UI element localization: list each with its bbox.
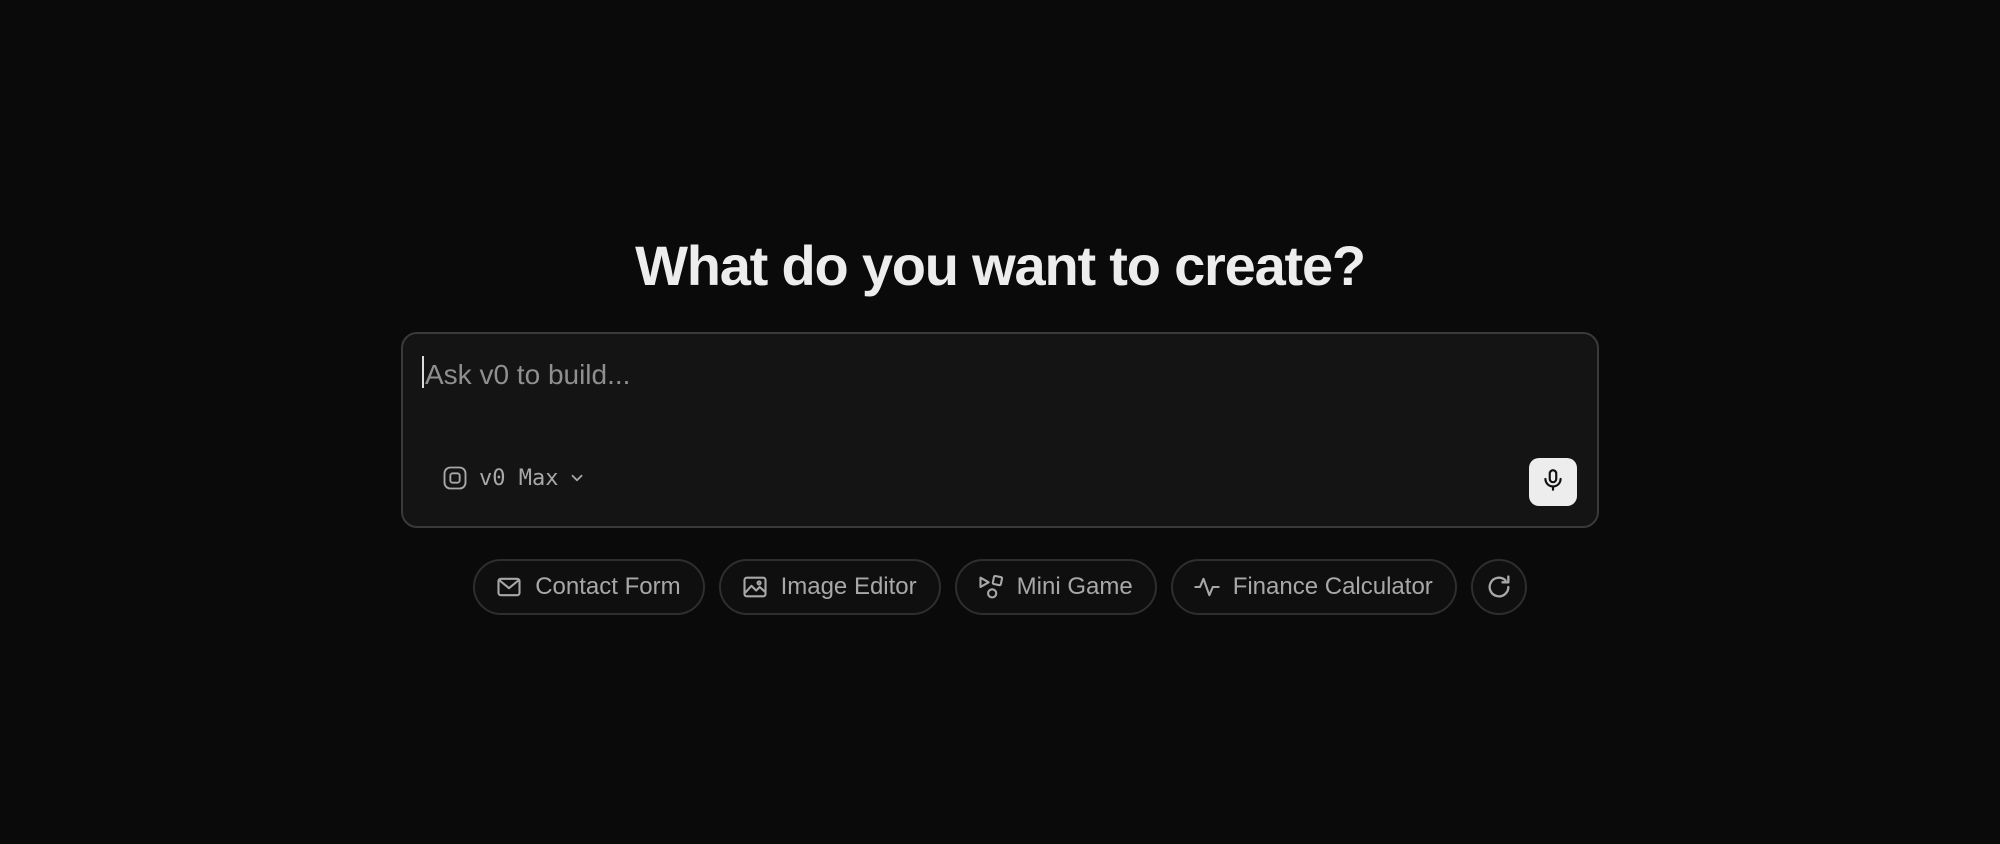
chevron-down-icon	[568, 469, 586, 487]
activity-icon	[1193, 573, 1221, 601]
suggestion-list: Contact Form Image Editor Mini Game Fina…	[0, 559, 2000, 615]
model-label: v0 Max	[479, 465, 559, 491]
prompt-input[interactable]	[421, 350, 1521, 400]
page: What do you want to create? v0 Max	[0, 0, 2000, 844]
page-title: What do you want to create?	[635, 234, 1366, 297]
mail-icon	[495, 573, 523, 601]
model-chip-icon	[441, 464, 469, 492]
model-selector[interactable]: v0 Max	[435, 456, 592, 500]
image-icon	[741, 573, 769, 601]
shapes-icon	[977, 573, 1005, 601]
microphone-button[interactable]	[1529, 458, 1577, 506]
refresh-suggestions-button[interactable]	[1470, 559, 1527, 615]
suggestion-mini-game[interactable]: Mini Game	[954, 559, 1157, 615]
suggestion-label: Image Editor	[780, 573, 917, 600]
refresh-icon	[1485, 573, 1513, 601]
suggestion-label: Finance Calculator	[1232, 573, 1433, 600]
suggestion-contact-form[interactable]: Contact Form	[473, 559, 705, 615]
suggestion-label: Contact Form	[535, 573, 681, 600]
suggestion-image-editor[interactable]: Image Editor	[718, 559, 941, 615]
suggestion-label: Mini Game	[1016, 573, 1133, 600]
prompt-box[interactable]: v0 Max	[401, 332, 1599, 528]
microphone-icon	[1540, 467, 1566, 498]
suggestion-finance-calculator[interactable]: Finance Calculator	[1170, 559, 1457, 615]
text-caret	[422, 356, 424, 388]
